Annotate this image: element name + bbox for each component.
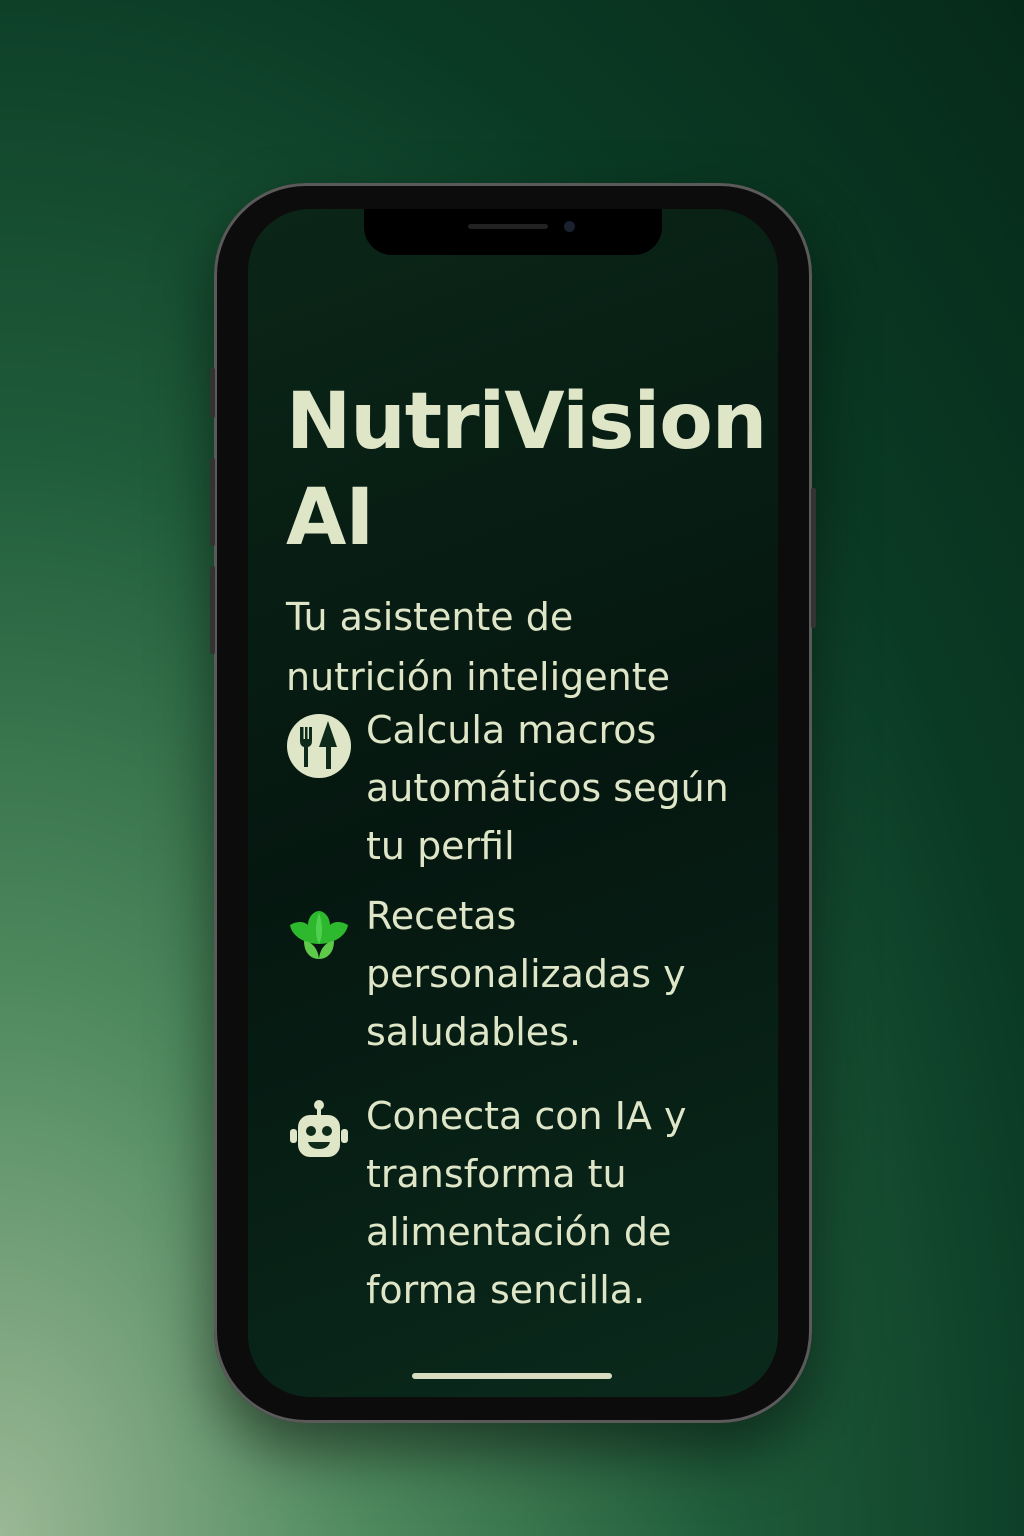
lettuce-icon (290, 911, 348, 959)
volume-up-button (210, 458, 215, 546)
feature-text: Conecta con IA y transforma tu alimentac… (366, 1094, 687, 1312)
phone-screen: NutriVision AI Tu asistente de nutrición… (248, 209, 778, 1397)
phone-frame: NutriVision AI Tu asistente de nutrición… (210, 183, 816, 1423)
feature-text: Recetas personalizadas y saludables. (366, 894, 686, 1054)
app-subtitle: Tu asistente de nutrición inteligente (286, 595, 671, 699)
power-button (811, 488, 816, 628)
speaker (468, 224, 548, 229)
home-indicator[interactable] (412, 1373, 612, 1379)
app-title: NutriVision AI (286, 377, 767, 563)
robot-icon (290, 1100, 348, 1157)
front-camera (564, 221, 575, 232)
mute-switch (210, 368, 215, 418)
fork-knife-icon (287, 714, 351, 778)
notch (364, 209, 662, 255)
volume-down-button (210, 566, 215, 654)
feature-text: Calcula macros automáticos según tu perf… (366, 708, 729, 868)
